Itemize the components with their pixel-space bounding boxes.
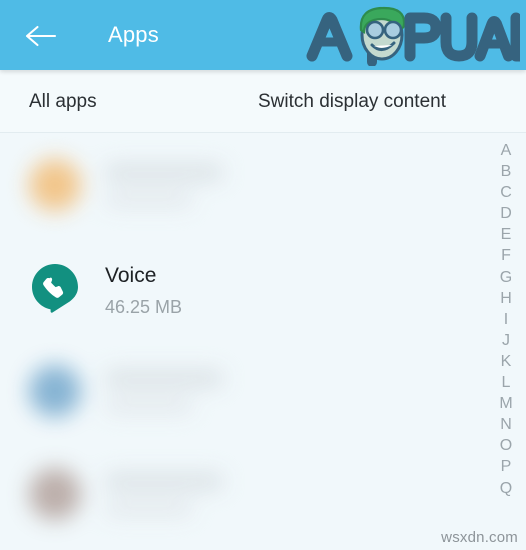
alpha-letter-k[interactable]: K (486, 351, 526, 372)
app-size-placeholder (105, 502, 193, 516)
app-name-placeholder (105, 164, 223, 181)
alphabet-scroll-index[interactable]: ABCDEFGHIJKLMNOPQ (486, 140, 526, 550)
app-size-placeholder (105, 399, 193, 413)
alpha-letter-o[interactable]: O (486, 435, 526, 456)
app-icon (29, 468, 81, 520)
arrow-left-icon (25, 24, 57, 48)
list-item[interactable] (0, 133, 486, 236)
alpha-letter-p[interactable]: P (486, 456, 526, 477)
alpha-letter-e[interactable]: E (486, 224, 526, 245)
tab-all-apps[interactable]: All apps (29, 90, 97, 114)
back-button[interactable] (20, 16, 62, 56)
list-item-voice[interactable]: Voice 46.25 MB (0, 236, 486, 339)
list-item[interactable] (0, 339, 486, 442)
app-bar: Apps (0, 0, 526, 70)
app-icon (29, 159, 81, 211)
list-item[interactable] (0, 442, 486, 545)
alpha-letter-b[interactable]: B (486, 161, 526, 182)
voice-phone-bubble-icon (29, 262, 81, 314)
alpha-letter-q[interactable]: Q (486, 478, 526, 499)
alpha-letter-f[interactable]: F (486, 245, 526, 266)
alpha-letter-g[interactable]: G (486, 267, 526, 288)
app-name-placeholder (105, 370, 223, 387)
alpha-letter-d[interactable]: D (486, 203, 526, 224)
app-name-placeholder (105, 473, 223, 490)
tab-row: All apps Switch display content (0, 70, 526, 133)
app-name: Voice (105, 264, 157, 287)
page-title: Apps (108, 22, 159, 47)
alpha-letter-m[interactable]: M (486, 393, 526, 414)
tab-switch-display-content[interactable]: Switch display content (258, 90, 446, 114)
alpha-letter-i[interactable]: I (486, 309, 526, 330)
alpha-letter-n[interactable]: N (486, 414, 526, 435)
alpha-letter-l[interactable]: L (486, 372, 526, 393)
app-size: 46.25 MB (105, 297, 183, 317)
watermark: wsxdn.com (441, 529, 518, 546)
appuals-logo (306, 4, 520, 66)
app-text-block: Voice 46.25 MB (105, 262, 182, 319)
app-size-placeholder (105, 193, 193, 207)
alpha-letter-j[interactable]: J (486, 330, 526, 351)
alpha-letter-c[interactable]: C (486, 182, 526, 203)
alpha-letter-h[interactable]: H (486, 288, 526, 309)
app-list[interactable]: Voice 46.25 MB (0, 133, 526, 550)
alpha-letter-a[interactable]: A (486, 140, 526, 161)
app-icon (29, 365, 81, 417)
